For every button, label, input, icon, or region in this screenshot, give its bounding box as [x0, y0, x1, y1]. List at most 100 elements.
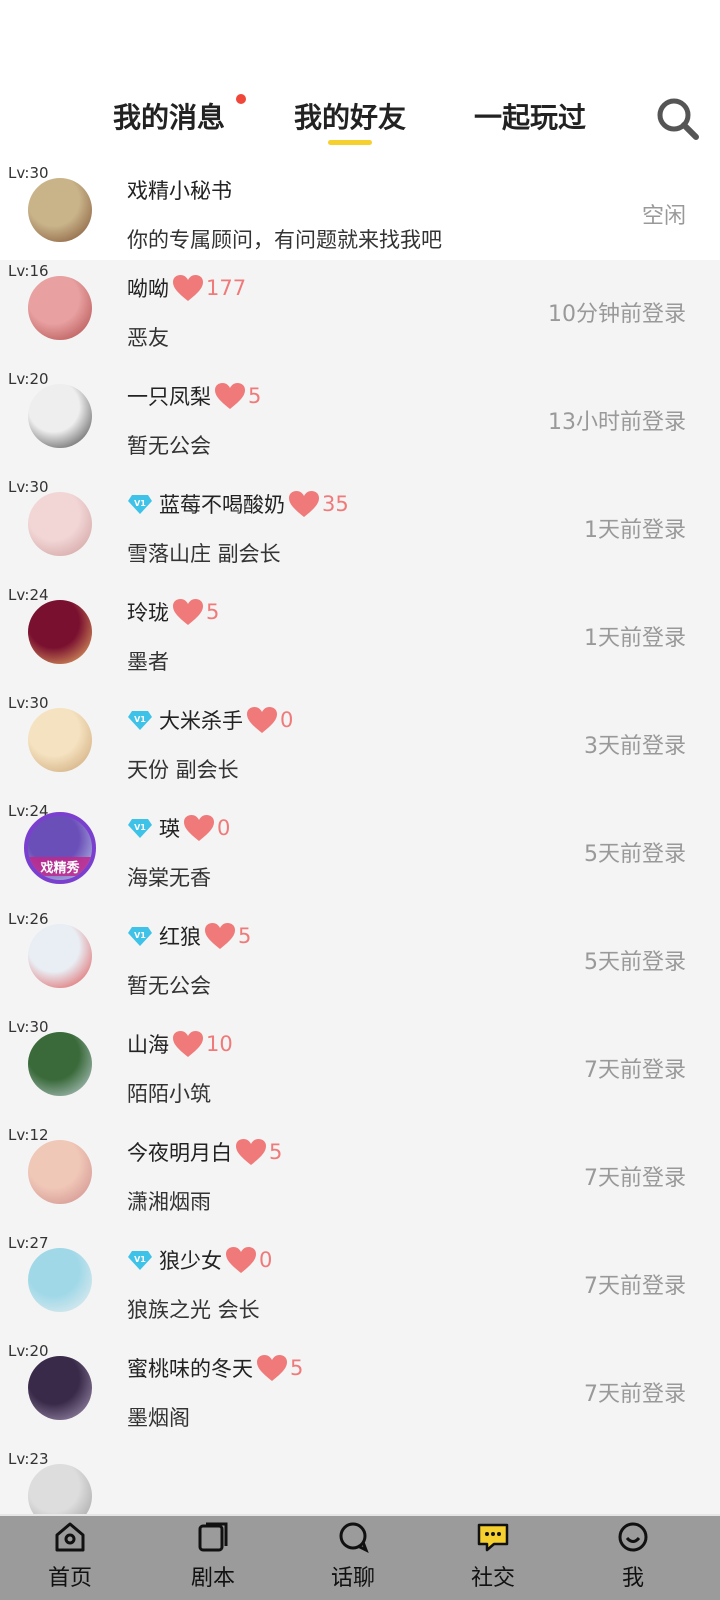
- user-avatar[interactable]: [28, 1356, 92, 1420]
- last-login-status: 3天前登录: [584, 734, 686, 759]
- search-icon[interactable]: [655, 96, 701, 142]
- friends-page: 我的消息 我的好友 一起玩过 Lv:30 戏精小秘书你的专属顾问，有问题就来找我吧…: [0, 0, 720, 1600]
- friend-row[interactable]: Lv:20 一只凤梨 5 暂无公会 13小时前登录: [0, 368, 720, 478]
- level-label: Lv:24: [8, 586, 49, 604]
- friend-row[interactable]: Lv:24 戏精秀 V1 瑛 0 海棠无香 5天前登录: [0, 800, 720, 910]
- level-label: Lv:30: [8, 1018, 49, 1036]
- level-label: Lv:12: [8, 1126, 49, 1144]
- nav-me-label: 我: [621, 1566, 644, 1591]
- user-avatar[interactable]: [28, 276, 92, 340]
- intimacy-count: 5: [290, 1356, 304, 1380]
- last-login-status: 1天前登录: [584, 626, 686, 651]
- user-avatar[interactable]: [28, 924, 92, 988]
- intimacy-count: 5: [248, 384, 262, 408]
- avatar-badge: 戏精秀: [28, 857, 92, 876]
- guild-label: 墨烟阁: [127, 1406, 190, 1430]
- last-login-status: 7天前登录: [584, 1274, 686, 1299]
- nav-script[interactable]: 剧本: [163, 1516, 263, 1600]
- status-bar: [0, 0, 720, 82]
- guild-label: 雪落山庄 副会长: [127, 542, 281, 566]
- user-avatar[interactable]: 戏精秀: [24, 812, 96, 884]
- social-icon: [477, 1523, 509, 1552]
- user-avatar[interactable]: [28, 1140, 92, 1204]
- intimacy-count: 35: [322, 492, 349, 516]
- nav-home[interactable]: 首页: [20, 1516, 120, 1600]
- name-line: 山海 10: [127, 1026, 233, 1062]
- friend-name: 戏精小秘书: [127, 179, 232, 203]
- tab-my-friends[interactable]: 我的好友: [294, 98, 406, 138]
- friend-name: 山海: [127, 1033, 169, 1057]
- name-line: V1 红狼 5: [127, 918, 251, 954]
- last-login-status: 1天前登录: [584, 518, 686, 543]
- level-label: Lv:26: [8, 910, 49, 928]
- name-line: 一只凤梨 5: [127, 378, 261, 414]
- tab-my-messages[interactable]: 我的消息: [113, 98, 225, 138]
- nav-chat[interactable]: 话聊: [303, 1516, 403, 1600]
- friend-row[interactable]: Lv:30 V1 大米杀手 0 天份 副会长 3天前登录: [0, 692, 720, 802]
- friend-row[interactable]: Lv:23: [0, 1448, 720, 1514]
- name-line: 呦呦 177: [127, 270, 246, 306]
- home-icon: [55, 1522, 85, 1552]
- guild-label: 海棠无香: [127, 866, 211, 890]
- name-line: 蜜桃味的冬天 5: [127, 1350, 303, 1386]
- unread-dot: [236, 94, 246, 104]
- user-avatar[interactable]: [28, 384, 92, 448]
- nav-script-label: 剧本: [190, 1566, 235, 1591]
- user-avatar[interactable]: [28, 492, 92, 556]
- friend-row[interactable]: Lv:30 V1 蓝莓不喝酸奶 35 雪落山庄 副会长 1天前登录: [0, 476, 720, 586]
- friend-description: 你的专属顾问，有问题就来找我吧: [127, 228, 442, 252]
- last-login-status: 10分钟前登录: [548, 302, 686, 327]
- friend-row[interactable]: Lv:30 山海 10 陌陌小筑 7天前登录: [0, 1016, 720, 1126]
- last-login-status: 7天前登录: [584, 1058, 686, 1083]
- nav-social[interactable]: 社交: [443, 1516, 543, 1600]
- user-avatar[interactable]: [28, 600, 92, 664]
- last-login-status: 5天前登录: [584, 842, 686, 867]
- nav-me[interactable]: 我: [583, 1516, 683, 1600]
- name-line: 戏精小秘书: [127, 172, 232, 208]
- user-avatar[interactable]: [28, 1464, 92, 1514]
- friend-row[interactable]: Lv:27 V1 狼少女 0 狼族之光 会长 7天前登录: [0, 1232, 720, 1342]
- assistant-avatar[interactable]: [28, 178, 92, 242]
- guild-label: 狼族之光 会长: [127, 1298, 260, 1322]
- intimacy-count: 5: [269, 1140, 283, 1164]
- friend-name: 呦呦: [127, 277, 169, 301]
- bottom-nav: 首页 剧本 话聊 社交 我: [0, 1514, 720, 1600]
- guild-label: 潇湘烟雨: [127, 1190, 211, 1214]
- friend-row[interactable]: Lv:20 蜜桃味的冬天 5 墨烟阁 7天前登录: [0, 1340, 720, 1450]
- friend-name: 红狼: [159, 925, 201, 949]
- name-line: 今夜明月白 5: [127, 1134, 282, 1170]
- guild-label: 恶友: [127, 326, 169, 350]
- heart-icon: [257, 1355, 287, 1381]
- intimacy-count: 0: [259, 1248, 273, 1272]
- last-login-status: 7天前登录: [584, 1382, 686, 1407]
- heart-icon: [247, 707, 277, 733]
- heart-icon: [184, 815, 214, 841]
- friend-name: 玲珑: [127, 601, 169, 625]
- profile-icon: [618, 1522, 648, 1552]
- friend-row[interactable]: Lv:24 玲珑 5 墨者 1天前登录: [0, 584, 720, 694]
- friend-name: 一只凤梨: [127, 385, 211, 409]
- friend-row[interactable]: Lv:12 今夜明月白 5 潇湘烟雨 7天前登录: [0, 1124, 720, 1234]
- level-label: Lv:30: [8, 164, 49, 182]
- heart-icon: [226, 1247, 256, 1273]
- nav-chat-label: 话聊: [330, 1566, 375, 1591]
- nav-social-label: 社交: [470, 1566, 515, 1591]
- friend-row[interactable]: Lv:30 戏精小秘书 你的专属顾问，有问题就来找我吧 空闲: [0, 162, 720, 266]
- friend-row[interactable]: Lv:16 呦呦 177 恶友 10分钟前登录: [0, 260, 720, 370]
- friend-name: 狼少女: [159, 1249, 222, 1273]
- user-avatar[interactable]: [28, 1248, 92, 1312]
- tab-played-together[interactable]: 一起玩过: [474, 98, 586, 138]
- heart-icon: [205, 923, 235, 949]
- friend-row[interactable]: Lv:26 V1 红狼 5 暂无公会 5天前登录: [0, 908, 720, 1018]
- level-label: Lv:30: [8, 478, 49, 496]
- level-label: Lv:20: [8, 370, 49, 388]
- vip-diamond-icon: V1: [128, 819, 152, 838]
- user-avatar[interactable]: [28, 1032, 92, 1096]
- friend-list: Lv:30 戏精小秘书 你的专属顾问，有问题就来找我吧 空闲 Lv:16 呦呦 177 恶友 1…: [0, 162, 720, 1514]
- last-login-status: 7天前登录: [584, 1166, 686, 1191]
- intimacy-count: 10: [206, 1032, 233, 1056]
- last-login-status: 13小时前登录: [548, 410, 686, 435]
- level-label: Lv:20: [8, 1342, 49, 1360]
- user-avatar[interactable]: [28, 708, 92, 772]
- level-label: Lv:16: [8, 262, 49, 280]
